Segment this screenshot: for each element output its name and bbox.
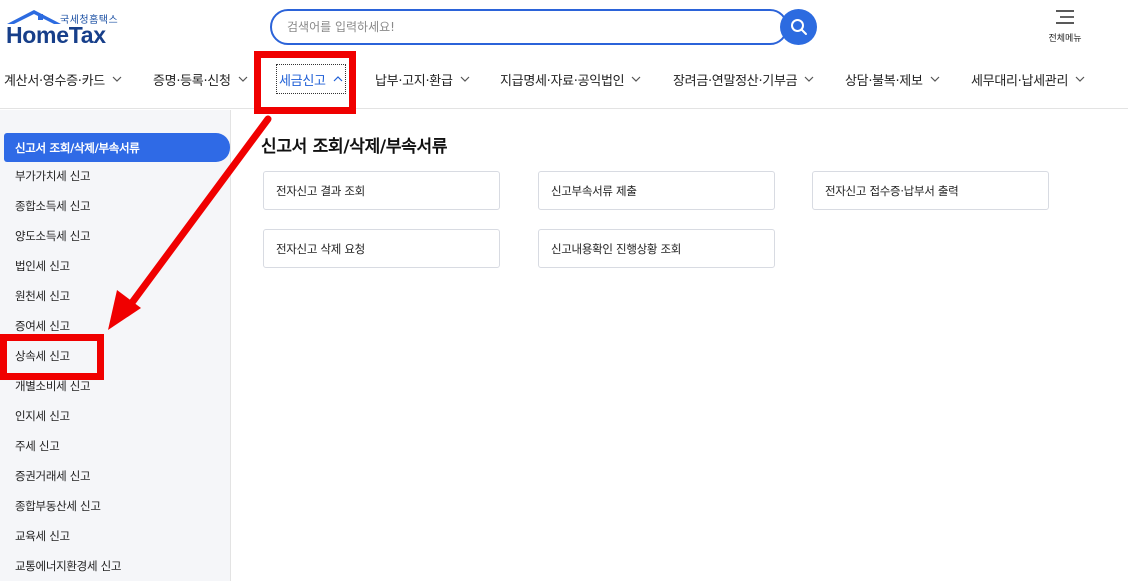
nav-item-invoice[interactable]: 계산서·영수증·카드 [4,69,122,89]
chevron-down-icon [1075,76,1085,82]
nav-item-consult[interactable]: 상담·불복·제보 [845,69,940,89]
chevron-down-icon [112,76,122,82]
nav-label: 계산서·영수증·카드 [4,73,105,89]
nav-label: 상담·불복·제보 [845,73,923,89]
chevron-down-icon [631,76,641,82]
sidebar-item-vat[interactable]: 부가가치세 신고 [15,166,91,186]
search-icon [790,19,807,35]
hamburger-icon [1056,10,1074,24]
main-nav: 계산서·영수증·카드 증명·등록·신청 세금신고 납부·고지·환급 지급명세·자… [0,56,1128,109]
sidebar-item-education-tax[interactable]: 교육세 신고 [15,526,70,546]
sidebar-item-gift-tax[interactable]: 증여세 신고 [15,316,70,336]
sidebar-item-withholding[interactable]: 원천세 신고 [15,286,70,306]
nav-label: 장려금·연말정산·기부금 [673,73,798,89]
card-review-status[interactable]: 신고내용확인 진행상황 조회 [538,229,775,268]
nav-item-incentives[interactable]: 장려금·연말정산·기부금 [673,69,814,89]
search-box [270,9,788,45]
card-attachment-submit[interactable]: 신고부속서류 제출 [538,171,775,210]
sidebar-item-property-tax[interactable]: 종합부동산세 신고 [15,496,101,516]
card-delete-request[interactable]: 전자신고 삭제 요청 [263,229,500,268]
sidebar-item-securities-tax[interactable]: 증권거래세 신고 [15,466,91,486]
chevron-down-icon [930,76,940,82]
nav-item-payment[interactable]: 납부·고지·환급 [375,69,470,89]
nav-label: 지급명세·자료·공익법인 [500,73,625,89]
chevron-down-icon [804,76,814,82]
sidebar-item-transport-tax[interactable]: 교통에너지환경세 신고 [15,556,121,576]
nav-label: 세무대리·납세관리 [971,73,1069,89]
hometax-logo[interactable]: 국세청홈택스 HomeTax [4,8,122,48]
sidebar-item-income-tax[interactable]: 종합소득세 신고 [15,196,91,216]
page-title: 신고서 조회/삭제/부속서류 [261,137,448,157]
sidebar-item-return-inquiry[interactable]: 신고서 조회/삭제/부속서류 [4,133,230,162]
sidebar-item-corporate-tax[interactable]: 법인세 신고 [15,256,70,276]
all-menu-button[interactable]: 전체메뉴 [1038,6,1092,46]
highlight-box-inheritance [0,334,104,380]
search-button[interactable] [780,9,817,45]
sidebar-item-liquor-tax[interactable]: 주세 신고 [15,436,60,456]
nav-label: 납부·고지·환급 [375,73,453,89]
sidebar-item-capital-gains[interactable]: 양도소득세 신고 [15,226,91,246]
sidebar-item-stamp-tax[interactable]: 인지세 신고 [15,406,70,426]
card-receipt-print[interactable]: 전자신고 접수증·납부서 출력 [812,171,1049,210]
nav-item-certificate[interactable]: 증명·등록·신청 [153,69,248,89]
highlight-box-tax-filing [254,51,356,114]
search-input[interactable] [272,11,786,43]
nav-item-statements[interactable]: 지급명세·자료·공익법인 [500,69,641,89]
all-menu-label: 전체메뉴 [1048,34,1082,44]
nav-label: 증명·등록·신청 [153,73,231,89]
chevron-down-icon [460,76,470,82]
header: 국세청홈택스 HomeTax 전체메뉴 [0,0,1128,56]
chevron-down-icon [238,76,248,82]
card-e-filing-result[interactable]: 전자신고 결과 조회 [263,171,500,210]
logo-title: HomeTax [6,22,106,48]
nav-item-agent[interactable]: 세무대리·납세관리 [971,69,1085,89]
